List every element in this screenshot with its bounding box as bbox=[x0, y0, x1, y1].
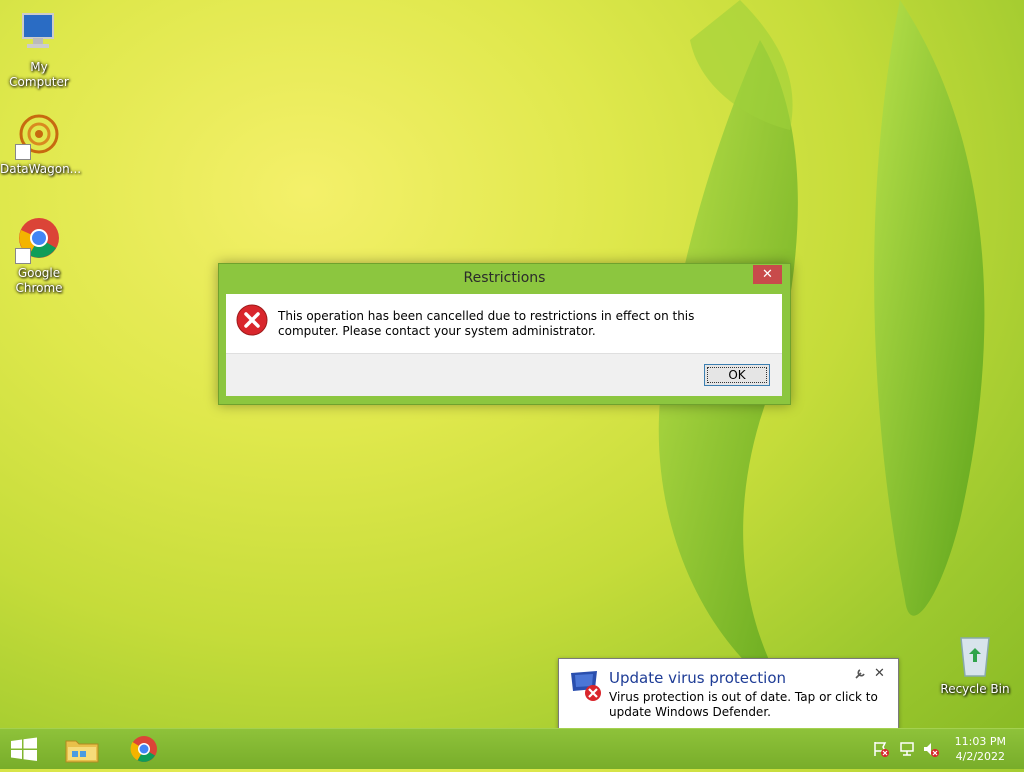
taskbar-chrome[interactable] bbox=[118, 729, 170, 769]
shortcut-arrow-icon bbox=[15, 144, 31, 160]
computer-icon bbox=[15, 10, 63, 58]
network-icon[interactable] bbox=[898, 740, 916, 758]
notification-text: Virus protection is out of date. Tap or … bbox=[609, 690, 878, 719]
shortcut-arrow-icon bbox=[15, 248, 31, 264]
ok-button[interactable]: OK bbox=[704, 364, 770, 386]
dialog-close-button[interactable]: ✕ bbox=[753, 265, 782, 284]
windows-logo-icon bbox=[11, 737, 37, 761]
desktop-icon-label: DataWagon... bbox=[0, 162, 82, 176]
start-button[interactable] bbox=[0, 729, 48, 769]
defender-notification[interactable]: Update virus protection Virus protection… bbox=[558, 658, 899, 741]
dialog-body: This operation has been cancelled due to… bbox=[226, 294, 782, 396]
desktop-icon-label: Google Chrome bbox=[15, 266, 63, 295]
action-center-flag-icon[interactable] bbox=[872, 740, 890, 758]
defender-flag-icon bbox=[569, 669, 603, 703]
recycle-bin-icon bbox=[951, 632, 999, 680]
restrictions-dialog: Restrictions ✕ This operation has been c… bbox=[218, 263, 791, 405]
taskbar-file-explorer[interactable] bbox=[56, 729, 108, 769]
datawagon-icon bbox=[15, 112, 63, 160]
notification-close-button[interactable]: ✕ bbox=[874, 666, 888, 681]
clock-date: 4/2/2022 bbox=[955, 750, 1006, 763]
clock[interactable]: 11:03 PM 4/2/2022 bbox=[955, 734, 1006, 764]
desktop-icon-google-chrome[interactable]: Google Chrome bbox=[0, 216, 78, 296]
notification-title: Update virus protection bbox=[609, 669, 787, 687]
desktop-icon-datawagon[interactable]: DataWagon... bbox=[0, 112, 82, 177]
dialog-title: Restrictions bbox=[463, 270, 546, 286]
taskbar: 11:03 PM 4/2/2022 bbox=[0, 728, 1024, 769]
chrome-icon bbox=[15, 216, 63, 264]
dialog-message: This operation has been cancelled due to… bbox=[278, 309, 695, 338]
desktop-icon-label: Recycle Bin bbox=[940, 682, 1010, 696]
chrome-icon bbox=[130, 736, 157, 762]
dialog-button-bar: OK bbox=[226, 353, 782, 396]
system-tray: 11:03 PM 4/2/2022 bbox=[860, 729, 1024, 769]
clock-time: 11:03 PM bbox=[954, 735, 1006, 748]
dialog-message-area: This operation has been cancelled due to… bbox=[226, 294, 782, 354]
desktop-icon-label: My Computer bbox=[9, 60, 69, 89]
volume-muted-icon[interactable] bbox=[922, 740, 940, 758]
folder-icon bbox=[65, 740, 99, 763]
wrench-icon[interactable] bbox=[854, 668, 868, 682]
desktop-icon-my-computer[interactable]: My Computer bbox=[0, 10, 78, 90]
error-icon bbox=[236, 304, 268, 336]
desktop-icon-recycle-bin[interactable]: Recycle Bin bbox=[936, 632, 1014, 697]
